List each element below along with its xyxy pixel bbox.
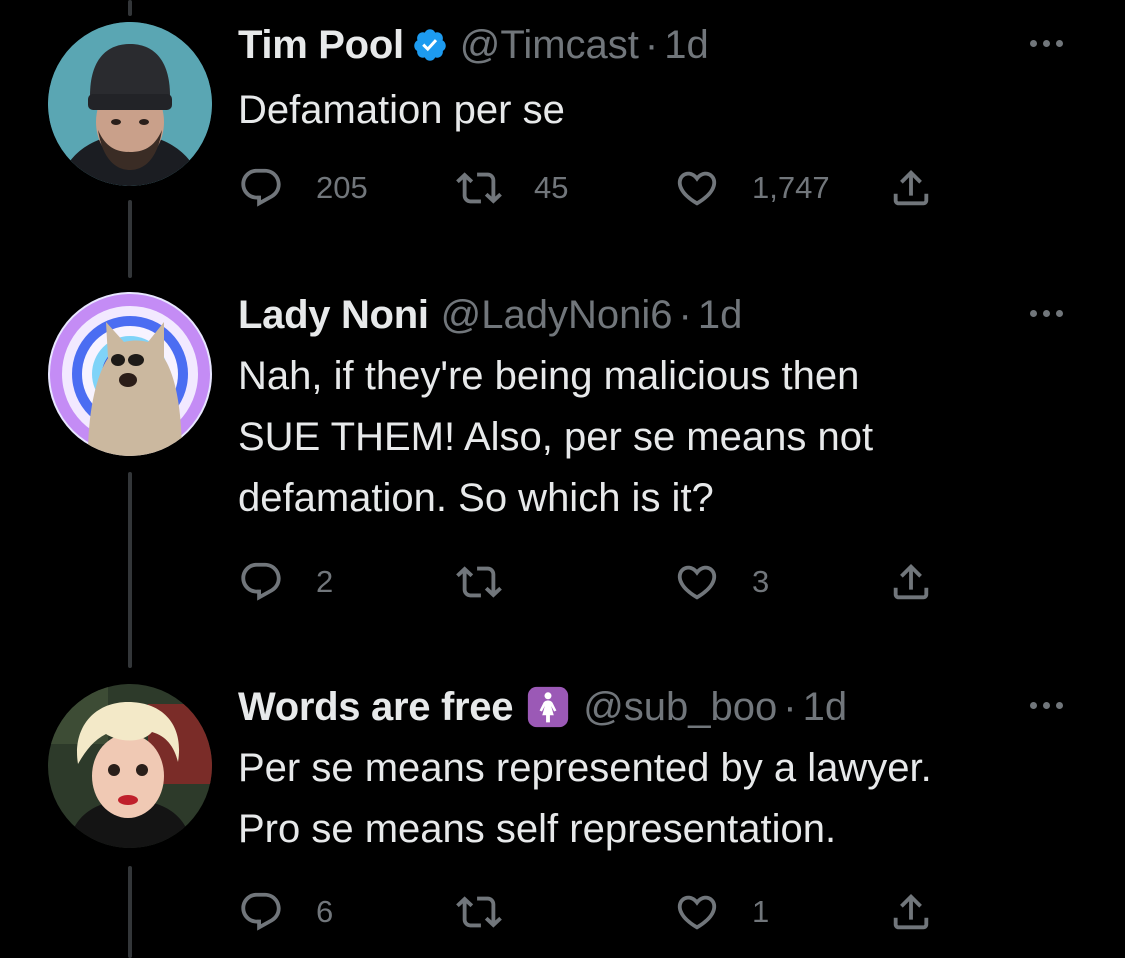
share-icon <box>893 169 929 206</box>
tweet-text: Per se means represented by a lawyer. Pr… <box>238 738 1088 860</box>
tweet-timestamp[interactable]: 1d <box>803 682 848 732</box>
tweet-header: Words are free @sub_boo · 1d <box>238 682 847 732</box>
verified-badge-icon <box>412 27 448 63</box>
reply-button[interactable]: 6 <box>238 890 333 934</box>
like-button[interactable]: 3 <box>674 560 769 604</box>
more-icon[interactable] <box>1030 310 1063 317</box>
share-button[interactable] <box>888 560 934 604</box>
separator-dot: · <box>783 685 797 729</box>
author-name[interactable]: Lady Noni <box>238 290 429 340</box>
like-count: 1,747 <box>752 170 830 205</box>
share-button[interactable] <box>888 166 934 210</box>
retweet-count: 45 <box>534 170 569 205</box>
reply-count: 6 <box>316 894 334 929</box>
retweet-icon <box>456 896 502 928</box>
tweet-header: Tim Pool @Timcast · 1d <box>238 20 709 70</box>
tweet-item[interactable]: Words are free @sub_boo · 1d Per se mean… <box>0 680 1125 958</box>
reply-button[interactable]: 205 <box>238 166 368 210</box>
author-handle[interactable]: @LadyNoni6 <box>441 290 673 340</box>
like-count: 1 <box>752 894 770 929</box>
tweet-text-line: Pro se means self representation. <box>238 807 837 851</box>
share-icon <box>893 893 929 930</box>
reply-count: 205 <box>316 170 368 205</box>
tweet-thread: Tim Pool @Timcast · 1d Defamation per se… <box>0 0 1125 958</box>
tweet-item[interactable]: Lady Noni @LadyNoni6 · 1d Nah, if they'r… <box>0 288 1125 668</box>
share-button[interactable] <box>888 890 934 934</box>
woman-symbol-emoji-icon <box>527 686 569 728</box>
like-count: 3 <box>752 564 770 599</box>
heart-icon <box>677 895 717 930</box>
separator-dot: · <box>644 23 659 67</box>
reply-count: 2 <box>316 564 334 599</box>
author-name[interactable]: Words are free <box>238 682 513 732</box>
heart-icon <box>677 171 717 206</box>
retweet-button[interactable]: 45 <box>456 166 568 210</box>
retweet-button[interactable] <box>456 560 534 604</box>
avatar[interactable] <box>48 292 212 456</box>
author-name[interactable]: Tim Pool <box>238 20 404 70</box>
author-handle[interactable]: @sub_boo <box>583 682 777 732</box>
tweet-text-line: Defamation per se <box>238 88 565 132</box>
retweet-icon <box>456 566 502 598</box>
blonde-woman-avatar-image <box>48 684 212 848</box>
tweet-text-line: defamation. So which is it? <box>238 476 714 520</box>
tweet-text: Defamation per se <box>238 80 1088 141</box>
like-button[interactable]: 1,747 <box>674 166 830 210</box>
tweet-actions: 2 3 <box>238 560 958 604</box>
author-handle[interactable]: @Timcast <box>460 20 639 70</box>
tweet-item[interactable]: Tim Pool @Timcast · 1d Defamation per se… <box>0 0 1125 280</box>
tweet-timestamp[interactable]: 1d <box>698 290 743 340</box>
avatar[interactable] <box>48 22 212 186</box>
like-button[interactable]: 1 <box>674 890 769 934</box>
reply-button[interactable]: 2 <box>238 560 333 604</box>
reply-icon <box>241 168 281 207</box>
reply-icon <box>241 892 281 931</box>
reply-icon <box>241 562 281 601</box>
tweet-text-line: Per se means represented by a lawyer. <box>238 746 932 790</box>
separator-dot: · <box>678 293 692 337</box>
share-icon <box>893 563 929 600</box>
tweet-actions: 205 45 1,747 <box>238 166 958 210</box>
heart-icon <box>677 565 717 600</box>
tweet-actions: 6 1 <box>238 890 958 934</box>
tweet-text: Nah, if they're being malicious then SUE… <box>238 346 1088 529</box>
retweet-button[interactable] <box>456 890 534 934</box>
more-icon[interactable] <box>1030 40 1063 47</box>
avatar[interactable] <box>48 684 212 848</box>
man-in-beanie-avatar-image <box>48 22 212 186</box>
pop-cat-spiral-avatar-image <box>48 292 212 456</box>
tweet-text-line: Nah, if they're being malicious then <box>238 354 860 398</box>
tweet-timestamp[interactable]: 1d <box>664 20 709 70</box>
tweet-text-line: SUE THEM! Also, per se means not <box>238 415 874 459</box>
retweet-icon <box>456 172 502 204</box>
more-icon[interactable] <box>1030 702 1063 709</box>
tweet-header: Lady Noni @LadyNoni6 · 1d <box>238 290 742 340</box>
